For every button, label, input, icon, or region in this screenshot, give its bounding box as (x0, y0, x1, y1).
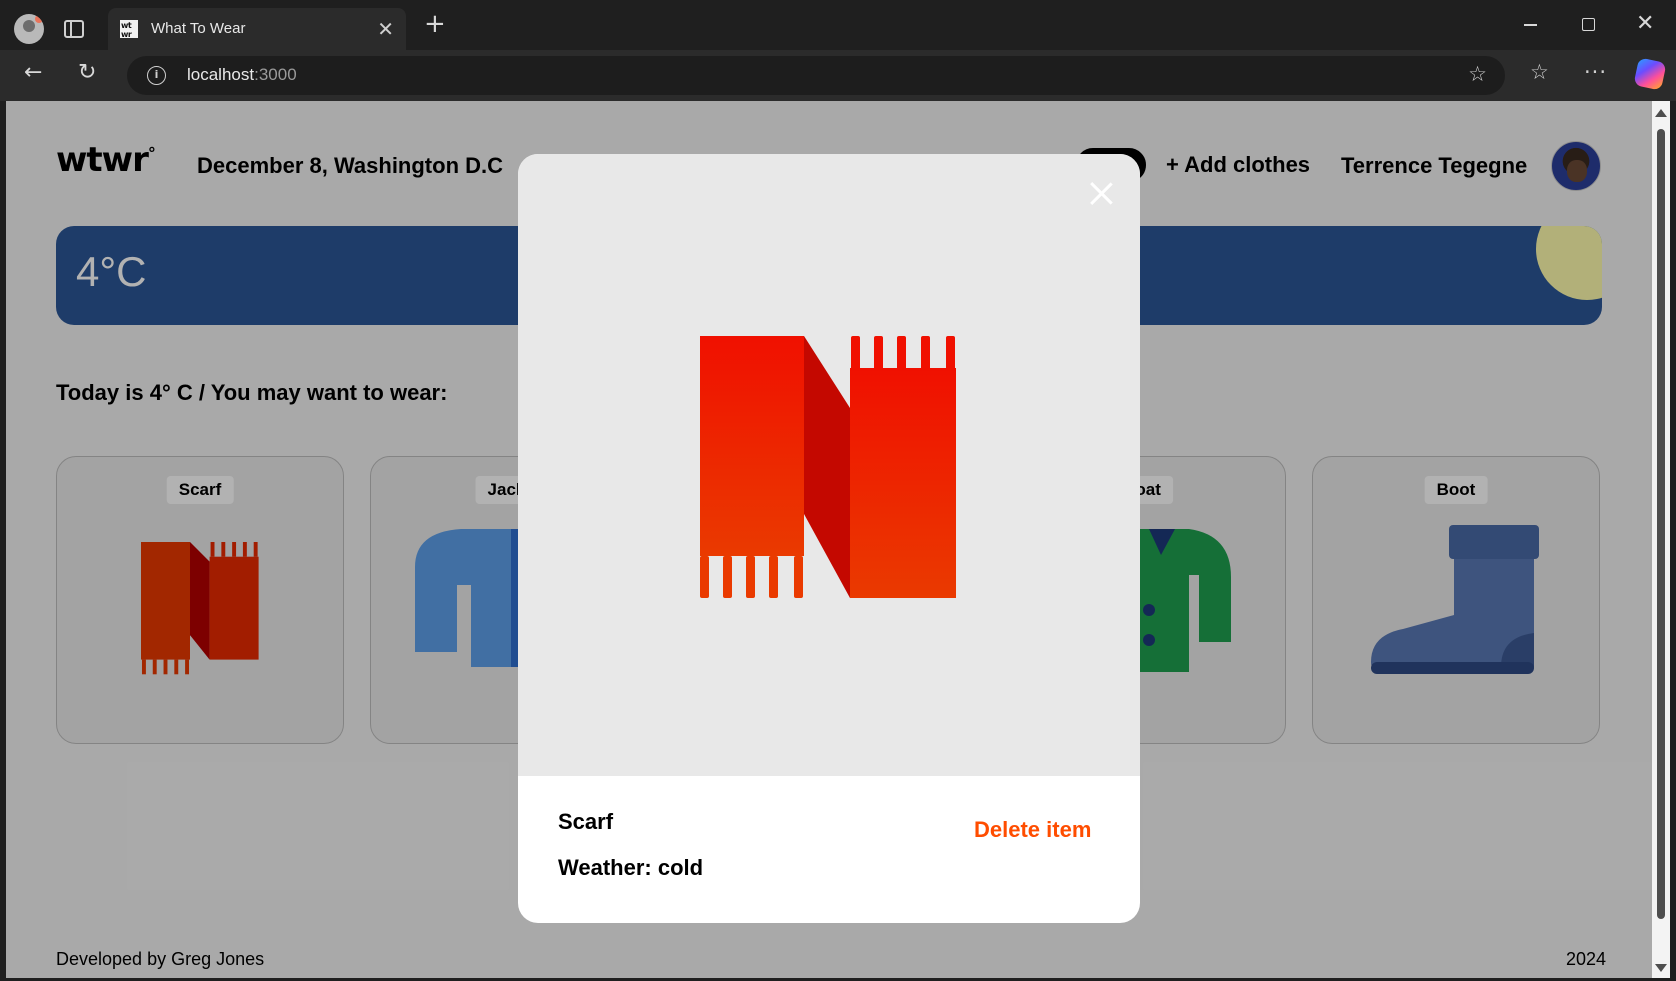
more-menu-icon[interactable]: ··· (1584, 60, 1607, 84)
modal-image (518, 154, 1140, 776)
scroll-down-icon[interactable] (1655, 964, 1667, 972)
modal-item-name: Scarf (558, 809, 614, 834)
favicon-icon: wt wr (120, 20, 138, 39)
tab-actions-icon[interactable] (64, 20, 84, 38)
page-viewport: wtwr° December 8, Washington D.C + Add c… (6, 101, 1652, 978)
profile-icon[interactable] (14, 14, 44, 44)
scarf-icon (700, 336, 956, 598)
scrollbar[interactable] (1652, 101, 1670, 978)
tab-bar: wt wr What To Wear ✕ + ✕ (0, 0, 1676, 50)
reload-icon[interactable]: ↻ (78, 60, 96, 85)
new-tab-icon[interactable]: + (424, 11, 446, 37)
site-info-icon[interactable]: i (147, 66, 166, 85)
navigation-bar: ← ↻ i localhost:3000 ☆ ☆ ··· (0, 50, 1676, 101)
minimize-icon[interactable] (1524, 24, 1537, 26)
address-bar[interactable]: i localhost:3000 ☆ (127, 56, 1505, 95)
browser-window: wt wr What To Wear ✕ + ✕ ← ↻ i localhost… (0, 0, 1676, 981)
copilot-icon[interactable] (1633, 57, 1667, 91)
favorite-star-icon[interactable]: ☆ (1468, 62, 1487, 86)
tab-close-icon[interactable]: ✕ (377, 17, 394, 41)
scroll-thumb[interactable] (1657, 129, 1665, 919)
notification-dot (35, 15, 43, 23)
scroll-up-icon[interactable] (1655, 109, 1667, 117)
tab-title: What To Wear (151, 20, 246, 37)
modal-item-weather: Weather: cold (558, 855, 704, 880)
delete-item-button[interactable]: Delete item (974, 817, 1091, 843)
back-icon[interactable]: ← (24, 60, 42, 85)
maximize-icon[interactable] (1582, 18, 1595, 31)
favorites-icon[interactable]: ☆ (1530, 60, 1549, 84)
item-preview-modal: Scarf Weather: cold Delete item (518, 154, 1140, 923)
browser-tab[interactable]: wt wr What To Wear ✕ (108, 8, 406, 50)
window-close-icon[interactable]: ✕ (1636, 11, 1654, 36)
url-text[interactable]: localhost:3000 (187, 65, 297, 85)
modal-close-button[interactable] (1086, 178, 1116, 208)
